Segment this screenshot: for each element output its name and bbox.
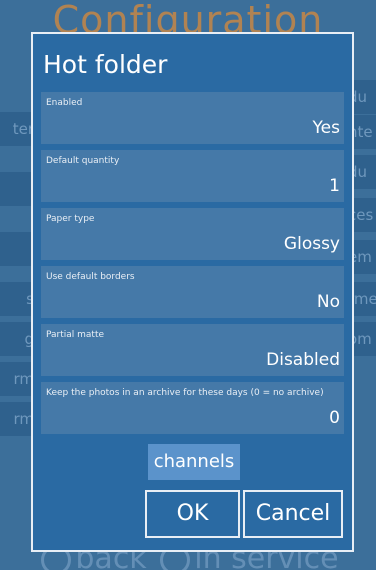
field-label: Default quantity xyxy=(46,156,120,166)
partial-matte-field[interactable]: Partial matte Disabled xyxy=(41,324,344,376)
channels-button[interactable]: channels xyxy=(148,444,240,480)
field-label: Paper type xyxy=(46,214,95,224)
field-value: 0 xyxy=(329,408,340,428)
use-default-borders-field[interactable]: Use default borders No xyxy=(41,266,344,318)
archive-days-field[interactable]: Keep the photos in an archive for these … xyxy=(41,382,344,434)
field-label: Keep the photos in an archive for these … xyxy=(46,388,324,398)
field-value: No xyxy=(316,292,340,312)
dialog-title: Hot folder xyxy=(43,50,168,79)
paper-type-field[interactable]: Paper type Glossy xyxy=(41,208,344,260)
field-label: Partial matte xyxy=(46,330,105,340)
field-label: Use default borders xyxy=(46,272,135,282)
field-value: Glossy xyxy=(283,234,340,254)
field-label: Enabled xyxy=(46,98,83,108)
ok-button[interactable]: OK xyxy=(145,490,240,538)
field-value: 1 xyxy=(329,176,340,196)
hot-folder-dialog: Hot folder Enabled Yes Default quantity … xyxy=(31,32,354,552)
enabled-field[interactable]: Enabled Yes xyxy=(41,92,344,144)
field-value: Disabled xyxy=(266,350,340,370)
field-value: Yes xyxy=(312,118,340,138)
cancel-button[interactable]: Cancel xyxy=(243,490,343,538)
default-quantity-field[interactable]: Default quantity 1 xyxy=(41,150,344,202)
